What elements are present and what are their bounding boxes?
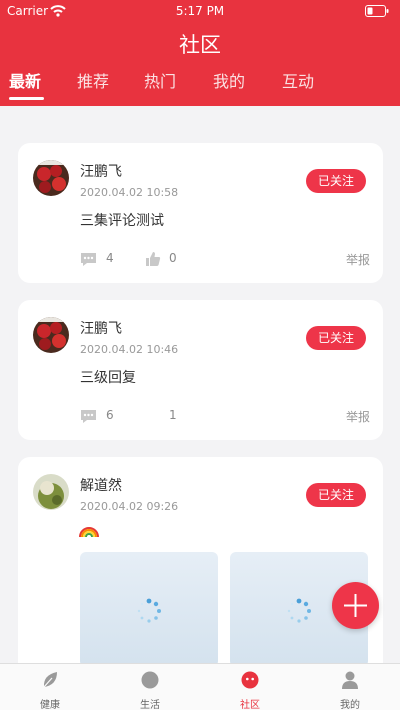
page-title: 社区 — [179, 33, 221, 57]
rainbow-icon — [79, 527, 99, 537]
tab-bar: 最新 推荐 热门 我的 互动 — [0, 68, 400, 102]
tab-indicator — [9, 97, 44, 100]
comment-count: 4 — [106, 251, 114, 265]
status-bar: Carrier 5:17 PM — [0, 0, 400, 22]
avatar[interactable] — [33, 474, 69, 510]
comment-icon[interactable] — [80, 251, 97, 267]
bottom-nav: 健康 生活 社区 我的 — [0, 663, 400, 710]
follow-button[interactable]: 已关注 — [306, 483, 366, 507]
report-link[interactable]: 举报 — [346, 251, 370, 268]
post-meta: 4 0 举报 — [80, 251, 370, 269]
nav-item-community[interactable]: 社区 — [200, 664, 300, 710]
report-link[interactable]: 举报 — [346, 408, 370, 425]
comment-icon[interactable] — [80, 408, 97, 424]
post-time: 2020.04.02 10:46 — [80, 343, 179, 356]
community-icon — [241, 671, 259, 689]
nav-label: 我的 — [340, 700, 360, 710]
like-count: 0 — [169, 251, 177, 265]
nav-label: 生活 — [140, 700, 160, 710]
loading-spinner-icon — [137, 598, 161, 623]
post-author[interactable]: 解道然 — [80, 475, 122, 495]
nav-item-health[interactable]: 健康 — [0, 664, 100, 710]
nav-item-life[interactable]: 生活 — [100, 664, 200, 710]
loading-spinner-icon — [287, 598, 311, 623]
nav-label: 健康 — [40, 700, 60, 710]
tab-recommended[interactable]: 推荐 — [77, 68, 109, 92]
post-image[interactable] — [80, 552, 218, 663]
battery-icon — [365, 5, 389, 17]
post-content[interactable]: 三级回复 — [80, 367, 136, 387]
follow-button[interactable]: 已关注 — [306, 326, 366, 350]
nav-item-me[interactable]: 我的 — [300, 664, 400, 710]
post-time: 2020.04.02 09:26 — [80, 500, 179, 513]
post-card[interactable]: 解道然 2020.04.02 09:26 已关注 — [18, 457, 383, 663]
new-post-button[interactable] — [332, 582, 379, 629]
post-feed[interactable]: 汪鹏飞 2020.04.02 10:58 已关注 三集评论测试 4 0 举报 汪… — [0, 106, 400, 663]
status-time: 5:17 PM — [175, 4, 225, 18]
comment-count: 6 — [106, 408, 114, 422]
thumbs-up-icon[interactable] — [145, 251, 161, 267]
follow-button[interactable]: 已关注 — [306, 169, 366, 193]
tab-interaction[interactable]: 互动 — [282, 68, 314, 92]
avatar[interactable] — [33, 160, 69, 196]
post-author[interactable]: 汪鹏飞 — [80, 161, 122, 181]
circle-icon — [141, 671, 159, 689]
tab-mine[interactable]: 我的 — [213, 68, 245, 92]
post-time: 2020.04.02 10:58 — [80, 186, 179, 199]
post-content[interactable]: 三集评论测试 — [80, 210, 164, 230]
post-card[interactable]: 汪鹏飞 2020.04.02 10:46 已关注 三级回复 6 1 举报 — [18, 300, 383, 440]
tab-latest[interactable]: 最新 — [9, 68, 41, 92]
person-icon — [342, 671, 358, 689]
header: Carrier 5:17 PM 社区 最新 推荐 热门 我的 互动 — [0, 0, 400, 106]
tab-popular[interactable]: 热门 — [144, 68, 176, 92]
leaf-icon — [43, 672, 57, 688]
nav-label: 社区 — [240, 700, 260, 710]
plus-icon — [344, 594, 367, 617]
post-meta: 6 1 举报 — [80, 408, 370, 426]
avatar[interactable] — [33, 317, 69, 353]
post-card[interactable]: 汪鹏飞 2020.04.02 10:58 已关注 三集评论测试 4 0 举报 — [18, 143, 383, 283]
like-count: 1 — [169, 408, 177, 422]
post-author[interactable]: 汪鹏飞 — [80, 318, 122, 338]
